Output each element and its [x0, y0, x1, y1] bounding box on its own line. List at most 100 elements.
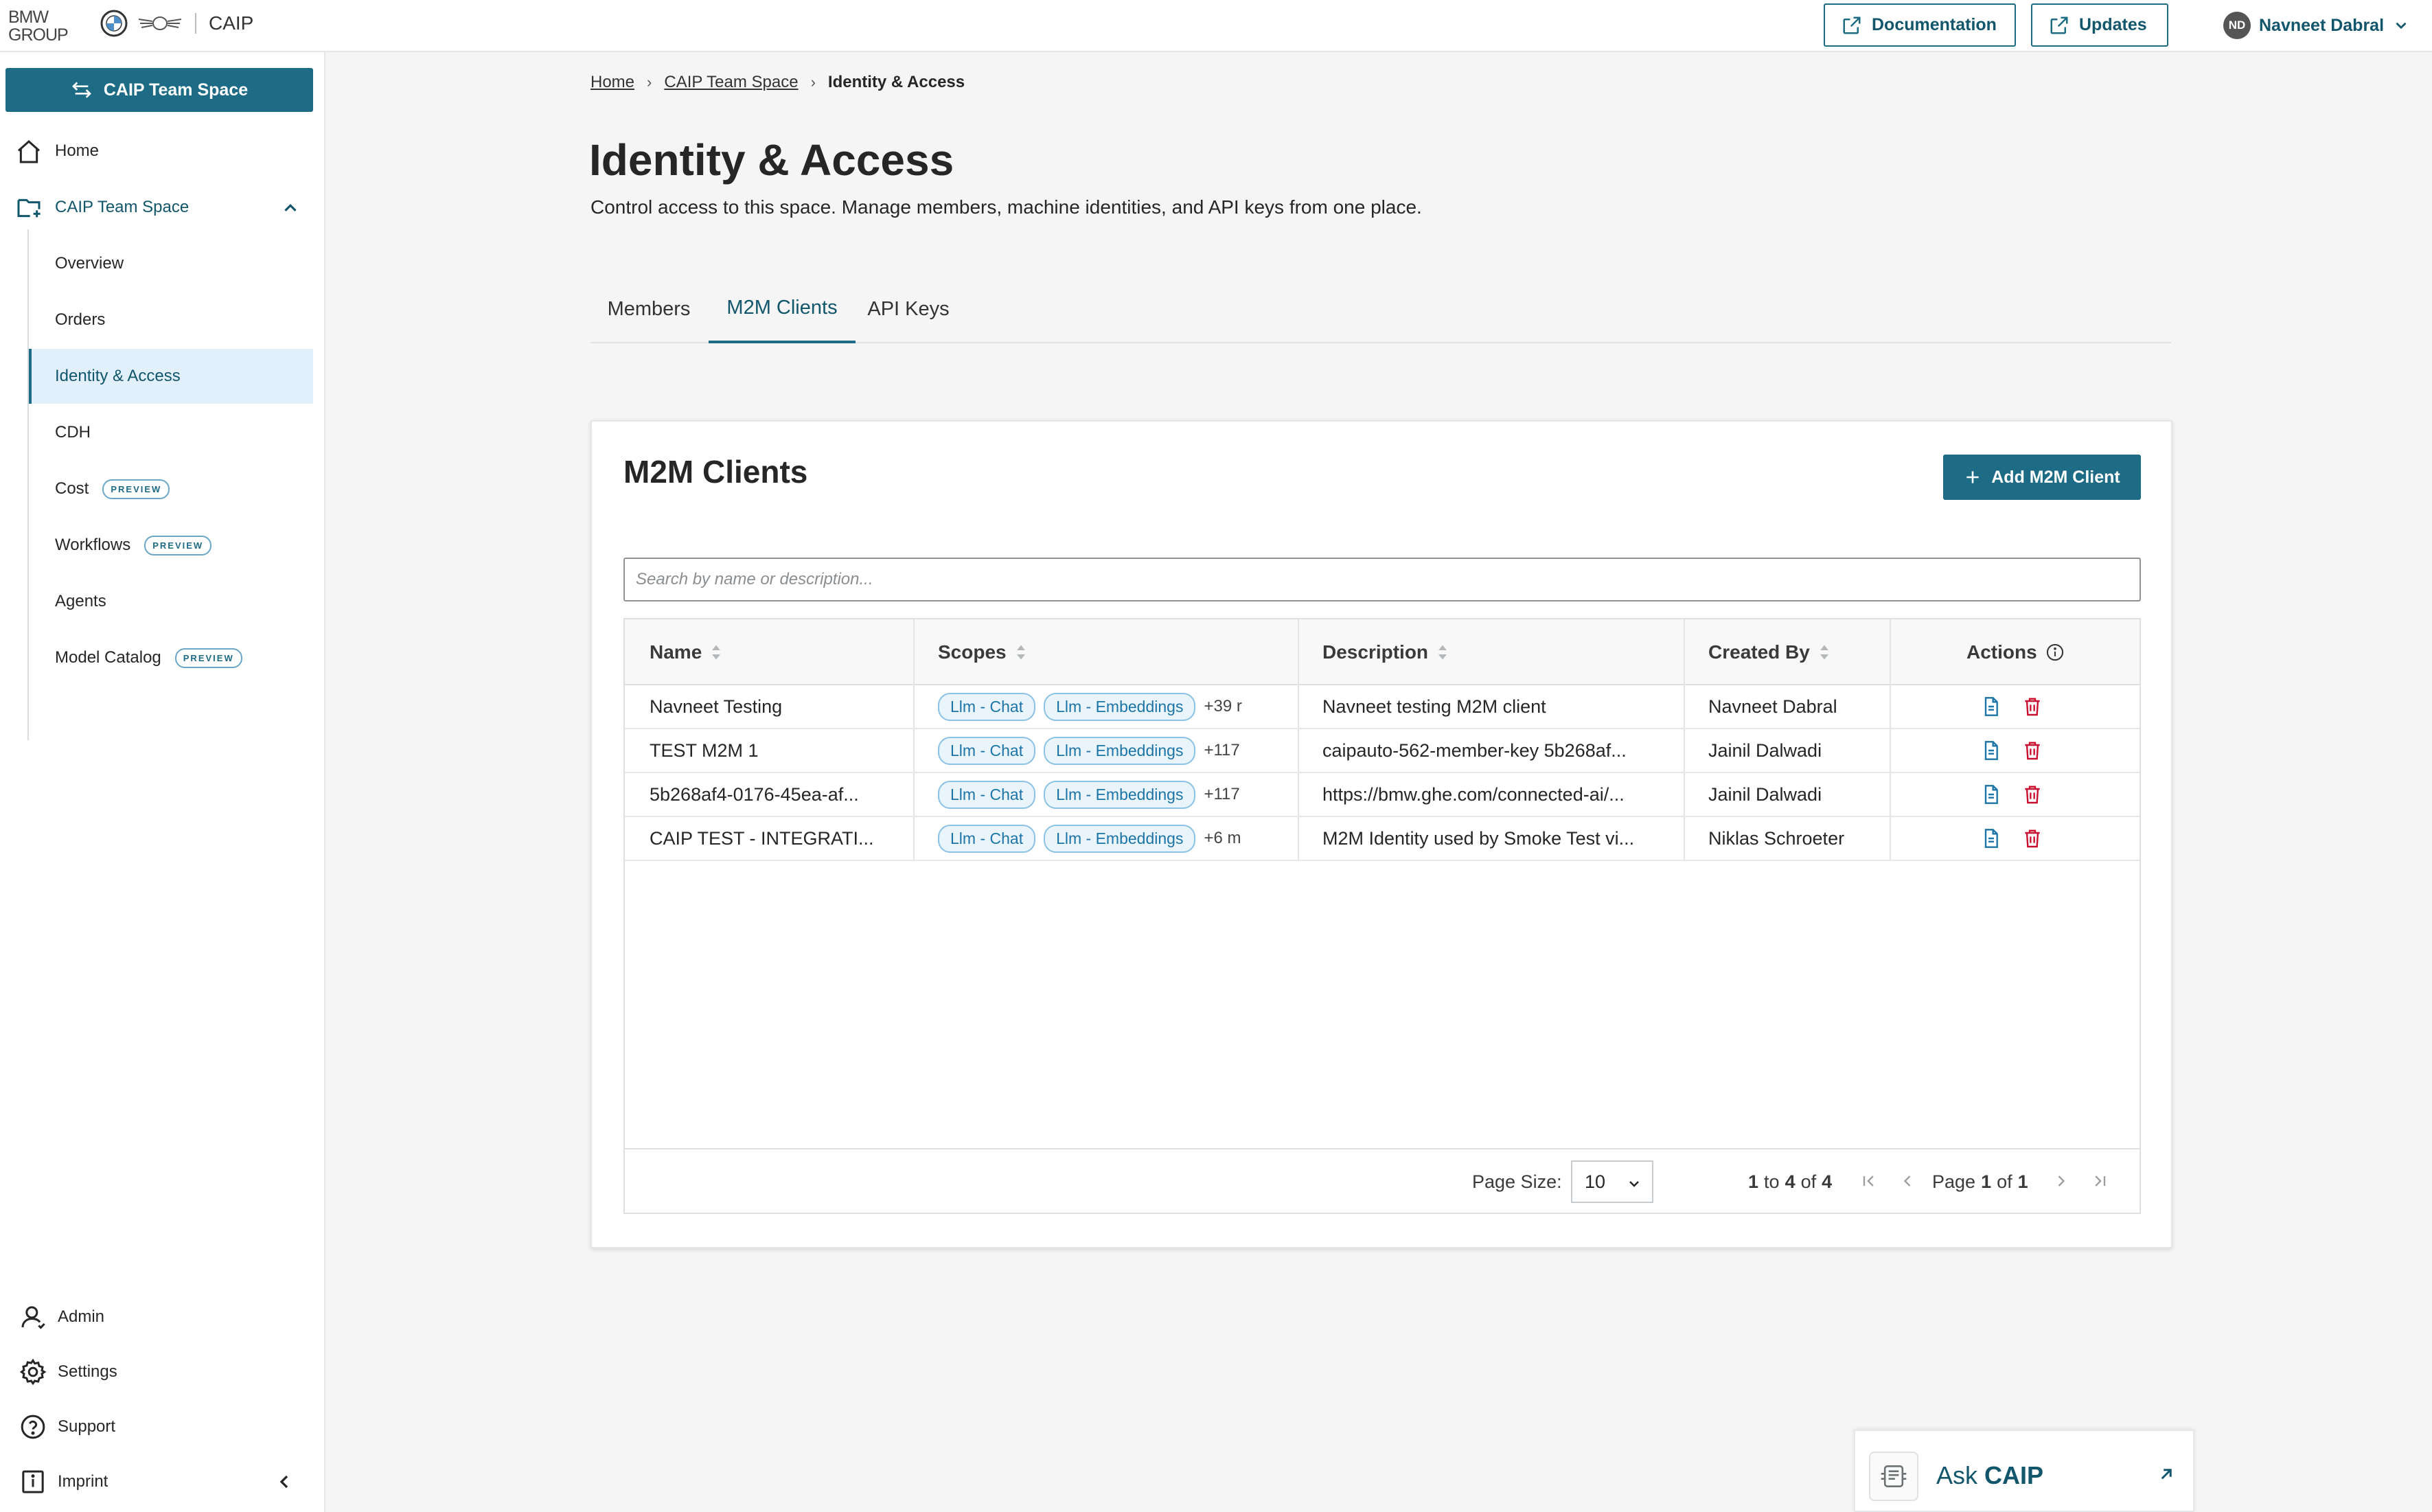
view-details-icon[interactable]	[1980, 695, 2002, 718]
pagination-bar: Page Size: 10 1 to 4 of 4 Page 1 of 1	[625, 1148, 2140, 1213]
table-row[interactable]: CAIP TEST - INTEGRATI... Llm - Chat Llm …	[625, 817, 2140, 861]
brand-divider	[195, 13, 196, 34]
folder-share-icon	[17, 198, 41, 218]
documentation-button[interactable]: Documentation	[1824, 3, 2016, 47]
page-size-select[interactable]: 10	[1571, 1160, 1653, 1203]
sidebar-item-support[interactable]: Support	[0, 1399, 313, 1454]
cell-created-by: Jainil Dalwadi	[1708, 783, 1822, 805]
sidebar-item-overview[interactable]: Overview	[29, 236, 313, 291]
table-row[interactable]: Navneet Testing Llm - Chat Llm - Embeddi…	[625, 685, 2140, 729]
chevron-right-icon: ›	[647, 73, 652, 91]
next-page-icon[interactable]	[2052, 1171, 2071, 1191]
sidebar-item-workflows[interactable]: Workflows PREVIEW	[29, 518, 313, 573]
table-row[interactable]: 5b268af4-0176-45ea-af... Llm - Chat Llm …	[625, 773, 2140, 817]
tab-m2m-clients[interactable]: M2M Clients	[709, 275, 856, 343]
updates-button[interactable]: Updates	[2031, 3, 2168, 47]
view-details-icon[interactable]	[1980, 739, 2002, 762]
breadcrumb-home[interactable]: Home	[590, 73, 634, 92]
sidebar-item-model-catalog[interactable]: Model Catalog PREVIEW	[29, 630, 313, 685]
imprint-icon	[22, 1470, 44, 1493]
sidebar-item-label: Overview	[55, 254, 124, 273]
sidebar-item-label: Settings	[58, 1362, 117, 1381]
cell-created-by: Navneet Dabral	[1708, 696, 1837, 717]
page-size-value: 10	[1585, 1171, 1606, 1192]
column-header-scopes[interactable]: Scopes	[938, 619, 1027, 685]
view-details-icon[interactable]	[1980, 783, 2002, 806]
cell-description: M2M Identity used by Smoke Test vi...	[1322, 827, 1635, 849]
add-m2m-client-button[interactable]: Add M2M Client	[1943, 455, 2141, 500]
column-header-created-by[interactable]: Created By	[1708, 619, 1831, 685]
delete-icon[interactable]	[2021, 739, 2043, 762]
top-bar: BMW GROUP CAIP Documentation Updates ND …	[0, 0, 2432, 52]
cell-created-by: Jainil Dalwadi	[1708, 740, 1822, 761]
chevron-left-icon[interactable]	[273, 1471, 295, 1493]
sidebar-item-label: Workflows	[55, 536, 131, 554]
sidebar-item-agents[interactable]: Agents	[29, 574, 313, 629]
sidebar-item-label: Model Catalog	[55, 648, 161, 667]
sidebar-item-team-space-label: CAIP Team Space	[55, 198, 190, 216]
cell-scopes: Llm - Chat Llm - Embeddings +117	[938, 773, 1292, 816]
space-switch-button[interactable]: CAIP Team Space	[5, 68, 313, 112]
bmw-group-logo[interactable]: BMW GROUP	[8, 8, 69, 45]
delete-icon[interactable]	[2021, 783, 2043, 806]
cell-name: Navneet Testing	[650, 696, 783, 717]
column-header-label: Actions	[1966, 641, 2037, 663]
last-page-icon[interactable]	[2090, 1171, 2109, 1191]
sort-icon	[1820, 645, 1828, 660]
range-to: 4	[1785, 1171, 1796, 1192]
table-row[interactable]: TEST M2M 1 Llm - Chat Llm - Embeddings +…	[625, 729, 2140, 773]
bmw-group-line2: GROUP	[8, 25, 69, 45]
preview-badge: PREVIEW	[102, 479, 170, 499]
external-link-icon	[1843, 16, 1861, 34]
sidebar-item-label: Identity & Access	[55, 367, 181, 385]
preview-badge: PREVIEW	[144, 535, 212, 555]
info-icon[interactable]	[2045, 643, 2065, 662]
m2m-clients-table: Name Scopes Description Created By Actio…	[623, 618, 2141, 1214]
card-title: M2M Clients	[623, 454, 808, 490]
preview-badge: PREVIEW	[174, 648, 242, 668]
tab-members[interactable]: Members	[590, 275, 707, 343]
scope-chip: Llm - Chat	[938, 824, 1036, 853]
chevron-down-icon	[2396, 22, 2407, 30]
mini-wings-icon	[138, 16, 182, 30]
sidebar-item-label: Orders	[55, 310, 106, 329]
sidebar-item-cost[interactable]: Cost PREVIEW	[29, 461, 313, 516]
page-size-label: Page Size:	[1472, 1171, 1562, 1192]
more-scopes-count: +117	[1204, 741, 1240, 759]
sidebar-item-label: Imprint	[58, 1472, 108, 1491]
column-header-description[interactable]: Description	[1322, 619, 1449, 685]
sidebar-item-identity-access[interactable]: Identity & Access	[29, 349, 313, 404]
range-from: 1	[1748, 1171, 1759, 1192]
view-details-icon[interactable]	[1980, 827, 2002, 850]
page-title: Identity & Access	[589, 135, 954, 185]
cell-description: Navneet testing M2M client	[1322, 696, 1546, 717]
previous-page-icon[interactable]	[1898, 1171, 1917, 1191]
ask-caip-widget[interactable]: Ask CAIP	[1854, 1430, 2194, 1512]
breadcrumb-current: Identity & Access	[827, 73, 965, 91]
sidebar-item-admin[interactable]: Admin	[0, 1290, 313, 1344]
search-input[interactable]	[623, 558, 2141, 602]
more-scopes-count: +117	[1204, 785, 1240, 803]
sidebar-item-team-space[interactable]: CAIP Team Space	[0, 180, 313, 235]
sidebar-item-settings[interactable]: Settings	[0, 1344, 313, 1399]
user-menu[interactable]: ND Navneet Dabral	[2223, 10, 2410, 41]
user-icon	[21, 1306, 45, 1329]
first-page-icon[interactable]	[1859, 1171, 1879, 1191]
arrow-up-right-icon[interactable]	[2156, 1464, 2177, 1485]
ask-name: CAIP	[1984, 1461, 2044, 1489]
more-scopes-count: +39 r	[1204, 697, 1242, 715]
sidebar-item-label: CDH	[55, 423, 91, 442]
delete-icon[interactable]	[2021, 827, 2043, 850]
sidebar-item-home[interactable]: Home	[0, 124, 313, 179]
sidebar-item-imprint[interactable]: Imprint	[0, 1454, 313, 1509]
breadcrumb-team-space[interactable]: CAIP Team Space	[664, 73, 798, 92]
column-header-name[interactable]: Name	[650, 619, 722, 685]
column-header-label: Name	[650, 641, 702, 663]
sidebar-item-cdh[interactable]: CDH	[29, 405, 313, 460]
delete-icon[interactable]	[2021, 695, 2043, 718]
tab-api-keys[interactable]: API Keys	[857, 275, 960, 343]
scope-chip: Llm - Embeddings	[1044, 824, 1196, 853]
sidebar-item-orders[interactable]: Orders	[29, 293, 313, 347]
user-name: Navneet Dabral	[2259, 15, 2385, 35]
chevron-up-icon[interactable]	[280, 198, 301, 218]
